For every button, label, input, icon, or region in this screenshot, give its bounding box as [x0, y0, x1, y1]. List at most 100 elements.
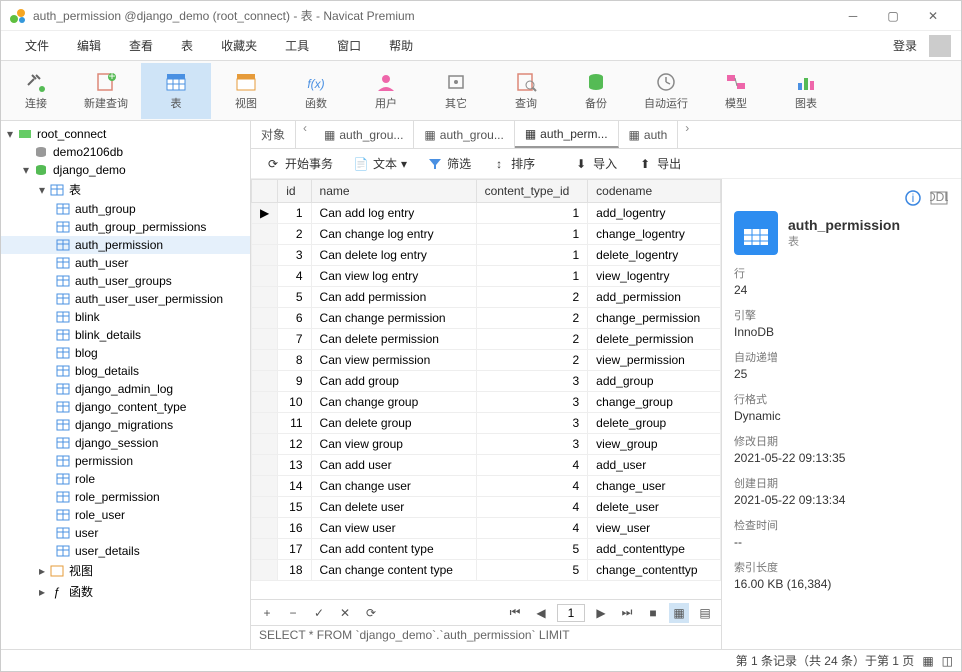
table-row[interactable]: 10Can change group3change_group [252, 392, 721, 413]
tree-group-functions[interactable]: ▸ ƒ 函数 [1, 581, 250, 602]
chevron-down-icon[interactable]: ▾ [3, 127, 17, 141]
tree-table-item[interactable]: auth_user_groups [1, 272, 250, 290]
tab-table[interactable]: ▦auth_grou... [414, 121, 514, 148]
filter-button[interactable]: 筛选 [421, 153, 477, 174]
toolbar-view-button[interactable]: 视图 [211, 63, 281, 119]
import-button[interactable]: ⬇导入 [567, 153, 623, 174]
menu-file[interactable]: 文件 [11, 33, 63, 58]
table-row[interactable]: 8Can view permission2view_permission [252, 350, 721, 371]
prev-page-button[interactable]: ◀ [531, 603, 551, 623]
next-page-button[interactable]: ▶ [591, 603, 611, 623]
tree-table-item[interactable]: auth_group [1, 200, 250, 218]
tab-table[interactable]: ▦auth_grou... [314, 121, 414, 148]
tree-table-item[interactable]: auth_group_permissions [1, 218, 250, 236]
toolbar-other-button[interactable]: 其它 [421, 63, 491, 119]
login-button[interactable]: 登录 [887, 33, 923, 58]
table-row[interactable]: 4Can view log entry1view_logentry [252, 266, 721, 287]
col-codename[interactable]: codename [588, 180, 721, 203]
table-row[interactable]: 3Can delete log entry1delete_logentry [252, 245, 721, 266]
tree-table-item[interactable]: user [1, 524, 250, 542]
minimize-button[interactable]: ─ [833, 1, 873, 31]
grid-view-button[interactable]: ▦ [669, 603, 689, 623]
tree-table-item[interactable]: role [1, 470, 250, 488]
grid-mode-icon[interactable]: ▦ [922, 654, 933, 668]
tab-nav-right[interactable]: › [678, 121, 696, 148]
tree-table-item[interactable]: role_user [1, 506, 250, 524]
toolbar-auto-button[interactable]: 自动运行 [631, 63, 701, 119]
tree-table-item[interactable]: blog_details [1, 362, 250, 380]
tree-table-item[interactable]: user_details [1, 542, 250, 560]
tab-objects[interactable]: 对象 [251, 121, 296, 148]
text-view-button[interactable]: 📄文本 ▾ [347, 153, 413, 174]
tree-table-item[interactable]: auth_user [1, 254, 250, 272]
toolbar-plug-button[interactable]: 连接 [1, 63, 71, 119]
tab-table[interactable]: ▦auth [619, 121, 679, 148]
close-button[interactable]: ✕ [913, 1, 953, 31]
tab-table-active[interactable]: ▦auth_perm... [515, 121, 619, 148]
toolbar-backup-button[interactable]: 备份 [561, 63, 631, 119]
tree-group-tables[interactable]: ▾ 表 [1, 179, 250, 200]
export-button[interactable]: ⬆导出 [631, 153, 687, 174]
tree-table-item[interactable]: auth_permission [1, 236, 250, 254]
tree-table-item[interactable]: blog [1, 344, 250, 362]
table-row[interactable]: 12Can view group3view_group [252, 434, 721, 455]
stop-button[interactable]: ■ [643, 603, 663, 623]
chevron-down-icon[interactable]: ▾ [35, 183, 49, 197]
col-name[interactable]: name [311, 180, 476, 203]
tree-table-item[interactable]: role_permission [1, 488, 250, 506]
tree-table-item[interactable]: django_admin_log [1, 380, 250, 398]
tree-database[interactable]: ▾ django_demo [1, 161, 250, 179]
table-row[interactable]: 6Can change permission2change_permission [252, 308, 721, 329]
delete-row-button[interactable]: − [283, 603, 303, 623]
refresh-button[interactable]: ⟳ [361, 603, 381, 623]
table-row[interactable]: 11Can delete group3delete_group [252, 413, 721, 434]
tab-nav-left[interactable]: ‹ [296, 121, 314, 148]
toolbar-model-button[interactable]: 模型 [701, 63, 771, 119]
menu-help[interactable]: 帮助 [375, 33, 427, 58]
cancel-button[interactable]: ✕ [335, 603, 355, 623]
chevron-right-icon[interactable]: ▸ [35, 564, 49, 578]
tree-table-item[interactable]: permission [1, 452, 250, 470]
tree-table-item[interactable]: django_content_type [1, 398, 250, 416]
tree-table-item[interactable]: blink [1, 308, 250, 326]
tree-connection[interactable]: ▾ root_connect [1, 125, 250, 143]
menu-view[interactable]: 查看 [115, 33, 167, 58]
table-row[interactable]: 13Can add user4add_user [252, 455, 721, 476]
form-view-button[interactable]: ▤ [695, 603, 715, 623]
toolbar-query-button[interactable]: 查询 [491, 63, 561, 119]
table-row[interactable]: 2Can change log entry1change_logentry [252, 224, 721, 245]
commit-button[interactable]: ✓ [309, 603, 329, 623]
data-grid[interactable]: id name content_type_id codename ▶1Can a… [251, 179, 721, 599]
tree-group-views[interactable]: ▸ 视图 [1, 560, 250, 581]
object-tree[interactable]: ▾ root_connect demo2106db ▾ django_demo … [1, 121, 251, 649]
last-page-button[interactable]: ⏭ [617, 603, 637, 623]
toolbar-fx-button[interactable]: f(x)函数 [281, 63, 351, 119]
table-row[interactable]: ▶1Can add log entry1add_logentry [252, 203, 721, 224]
tree-table-item[interactable]: django_migrations [1, 416, 250, 434]
table-row[interactable]: 18Can change content type5change_content… [252, 560, 721, 581]
tree-table-item[interactable]: django_session [1, 434, 250, 452]
detail-mode-icon[interactable]: ◫ [942, 654, 953, 668]
table-row[interactable]: 7Can delete permission2delete_permission [252, 329, 721, 350]
table-row[interactable]: 16Can view user4view_user [252, 518, 721, 539]
chevron-right-icon[interactable]: ▸ [35, 585, 49, 599]
tree-table-item[interactable]: auth_user_user_permission [1, 290, 250, 308]
add-row-button[interactable]: + [257, 603, 277, 623]
maximize-button[interactable]: ▢ [873, 1, 913, 31]
toolbar-table-button[interactable]: 表 [141, 63, 211, 119]
menu-edit[interactable]: 编辑 [63, 33, 115, 58]
begin-transaction-button[interactable]: ⟳开始事务 [259, 153, 339, 174]
toolbar-user-button[interactable]: 用户 [351, 63, 421, 119]
col-id[interactable]: id [278, 180, 311, 203]
chevron-down-icon[interactable]: ▾ [19, 163, 33, 177]
col-content-type-id[interactable]: content_type_id [476, 180, 588, 203]
menu-favorite[interactable]: 收藏夹 [207, 33, 271, 58]
toolbar-newquery-button[interactable]: +新建查询 [71, 63, 141, 119]
sort-button[interactable]: ↕排序 [485, 153, 541, 174]
menu-window[interactable]: 窗口 [323, 33, 375, 58]
table-row[interactable]: 17Can add content type5add_contenttype [252, 539, 721, 560]
page-input[interactable] [557, 604, 585, 622]
menu-table[interactable]: 表 [167, 33, 207, 58]
menu-tool[interactable]: 工具 [271, 33, 323, 58]
table-row[interactable]: 5Can add permission2add_permission [252, 287, 721, 308]
